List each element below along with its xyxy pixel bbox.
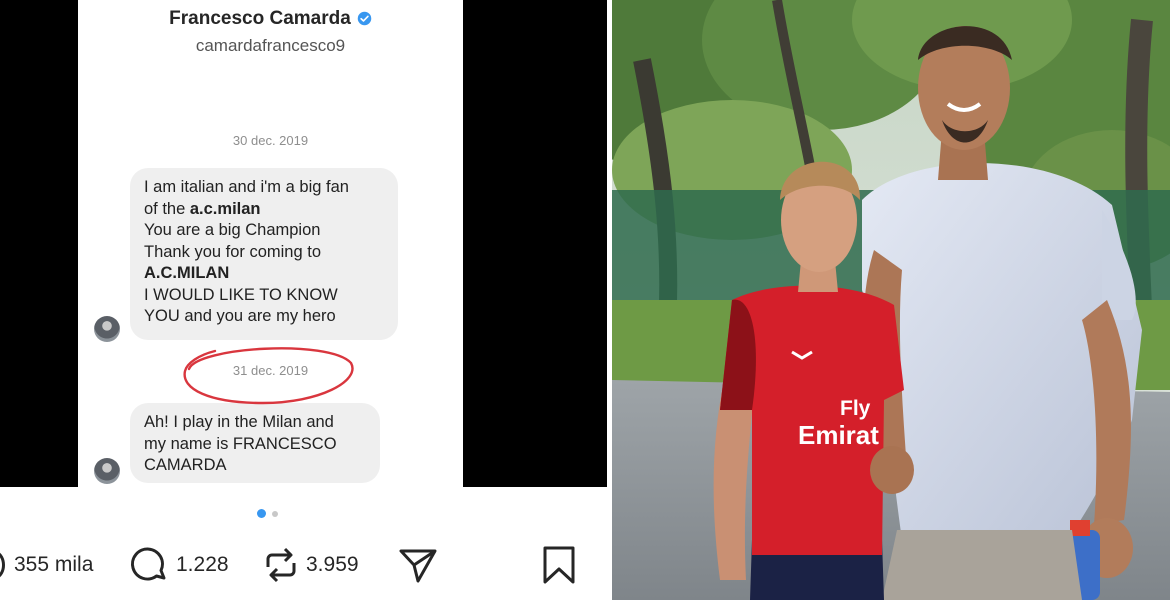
message-line: YOU and you are my hero	[144, 307, 336, 325]
jersey-sponsor-line-1: Fly	[840, 397, 871, 420]
message-date-label: 30 dec. 2019	[232, 133, 309, 148]
profile-header[interactable]: Francesco Camarda	[78, 8, 463, 30]
sender-avatar[interactable]	[94, 458, 120, 484]
message-date-label: 31 dec. 2019	[232, 363, 309, 378]
message-line: I am italian and i'm a big fan	[144, 178, 349, 196]
photo-illustration: Fly Emirat	[612, 0, 1170, 600]
message-line: CAMARDA	[144, 456, 227, 474]
repost-button[interactable]: 3.959	[262, 545, 359, 585]
send-icon	[399, 549, 437, 583]
message-line: Ah! I play in the Milan and	[144, 413, 334, 431]
heart-icon	[0, 552, 5, 578]
black-border-right	[463, 0, 607, 487]
instagram-post-screenshot: Francesco Camarda camardafrancesco9 30 d…	[0, 0, 607, 600]
message-bubble: Ah! I play in the Milan and my name is F…	[130, 403, 380, 483]
black-border-left	[0, 0, 78, 487]
post-action-bar: 355 mila 1.228 3.959	[0, 487, 607, 600]
message-line: Thank you for coming to	[144, 242, 322, 261]
save-button[interactable]	[541, 545, 577, 585]
direct-message-thread[interactable]: Francesco Camarda camardafrancesco9 30 d…	[78, 0, 463, 487]
verified-badge-icon	[357, 11, 372, 26]
comments-count: 1.228	[176, 553, 229, 576]
message-line: I WOULD LIKE TO KNOW	[144, 285, 338, 304]
carousel-dot	[272, 511, 278, 517]
message-bubble: I am italian and i'm a big fan of the a.…	[130, 168, 398, 340]
photo-boy-with-footballer: Fly Emirat	[612, 0, 1170, 600]
reposts-count: 3.959	[306, 553, 359, 576]
like-button[interactable]: 355 mila	[0, 545, 93, 585]
profile-handle: camardafrancesco9	[195, 36, 346, 55]
comment-icon	[131, 547, 166, 581]
sender-avatar[interactable]	[94, 316, 120, 342]
share-button[interactable]	[398, 545, 438, 585]
carousel-dot-active	[257, 509, 266, 518]
message-line: my name is FRANCESCO	[144, 434, 337, 453]
message-emphasis: a.c.milan	[189, 199, 261, 218]
likes-count: 355 mila	[14, 553, 94, 576]
message-line: A.C.MILAN	[144, 264, 230, 282]
profile-name: Francesco Camarda	[169, 8, 351, 29]
bookmark-icon	[543, 546, 575, 584]
comment-button[interactable]: 1.228	[130, 545, 229, 585]
message-line: of the a.c.milan	[144, 199, 261, 218]
message-line: You are a big Champion	[144, 221, 321, 239]
jersey-sponsor-line-2: Emirat	[798, 420, 879, 450]
repost-icon	[266, 547, 296, 583]
